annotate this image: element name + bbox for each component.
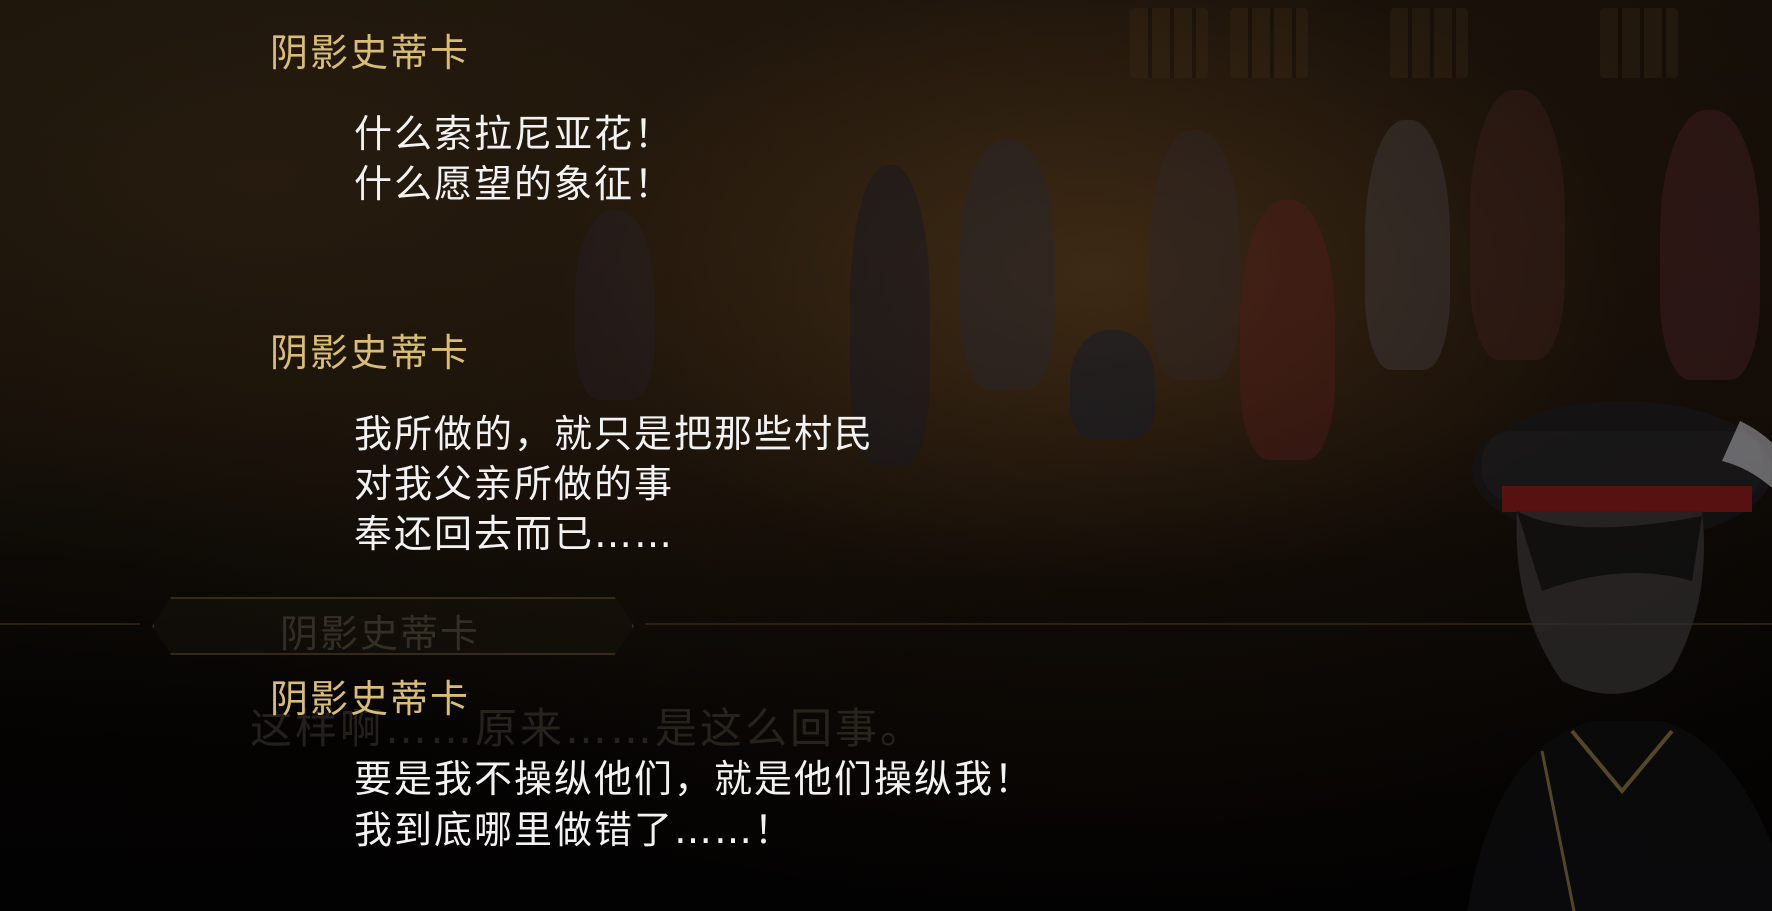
speaker-name: 阴影史蒂卡 <box>270 677 471 721</box>
speaker-portrait <box>1467 401 1772 911</box>
background-character <box>575 210 655 400</box>
dialog-line: 什么索拉尼亚花！ <box>354 112 675 156</box>
background-window <box>1130 8 1208 78</box>
background-window <box>1390 8 1468 78</box>
background-window <box>1230 8 1308 78</box>
dialog-line: 要是我不操纵他们，就是他们操纵我！ <box>354 757 1035 801</box>
background-speaker-name: 阴影史蒂卡 <box>280 612 481 656</box>
background-character <box>960 140 1055 390</box>
speaker-name: 阴影史蒂卡 <box>270 31 471 75</box>
background-window <box>1600 8 1678 78</box>
background-character <box>1660 110 1760 380</box>
background-character <box>1470 90 1565 360</box>
dialog-line: 什么愿望的象征！ <box>354 162 675 206</box>
dialog-line: 对我父亲所做的事 <box>354 462 675 506</box>
background-character <box>1070 330 1155 440</box>
dialog-line: 我所做的，就只是把那些村民 <box>354 412 875 456</box>
dialog-line: 奉还回去而已…… <box>354 512 675 556</box>
dialog-frame-rule <box>0 623 140 625</box>
background-character <box>1150 130 1240 380</box>
dialog-line: 我到底哪里做错了……！ <box>354 808 795 852</box>
speaker-name: 阴影史蒂卡 <box>270 331 471 375</box>
background-character <box>1365 120 1450 370</box>
background-character <box>1240 200 1335 460</box>
